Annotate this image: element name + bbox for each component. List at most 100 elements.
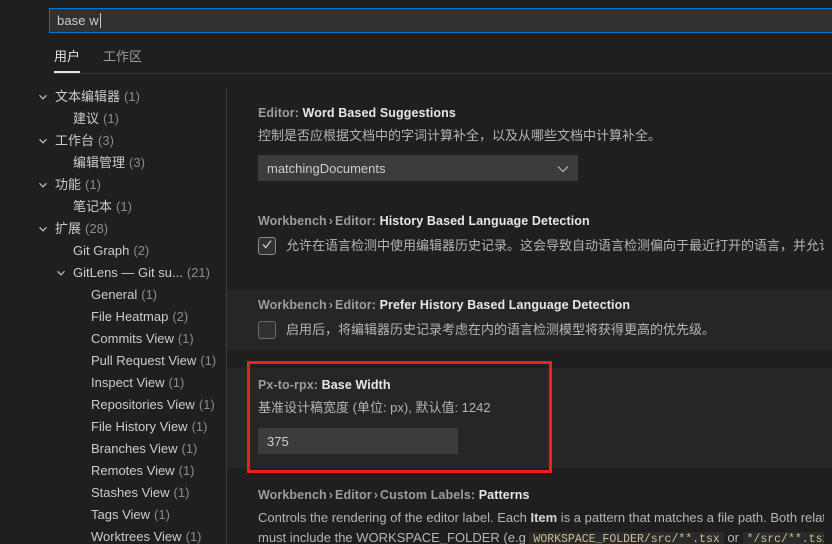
checkbox-line-prefer-history-based-language-detection: 启用后，将编辑器历史记录考虑在内的语言检测模型将获得更高的优先级。 xyxy=(258,320,824,340)
setting-row-custom-labels-patterns[interactable]: Workbench › Editor › Custom Labels: Patterns… xyxy=(227,486,832,544)
chevron-down-icon xyxy=(557,161,569,176)
sidebar-item-label: 工作台 xyxy=(55,133,95,148)
settings-list: Editor: Word Based Suggestions 控制是否应根据文档… xyxy=(227,86,832,544)
breadcrumb-separator-icon-2: › xyxy=(373,488,378,502)
sidebar-item-commits-view[interactable]: Commits View (1) xyxy=(0,328,226,350)
sidebar-item-label: 建议 xyxy=(73,111,100,126)
settings-editor-window: base w 用户 工作区 文本编辑器 (1) 建议 (1) 工作台 (3) 编辑管理 (3)… xyxy=(0,0,832,544)
chevron-down-icon[interactable] xyxy=(37,218,49,240)
setting-description-custom-labels-patterns-line2: must include the WORKSPACE_FOLDER (e.g W… xyxy=(258,528,824,544)
checkbox-line-history-based-language-detection: 允许在语言检测中使用编辑器历史记录。这会导致自动语言检测偏向于最近打开的语言，并… xyxy=(258,236,824,256)
desc-text-bold-item: Item xyxy=(530,510,558,525)
sidebar-item-file-history-view[interactable]: File History View (1) xyxy=(0,416,226,438)
settings-scope-tabs: 用户 工作区 xyxy=(0,44,832,74)
sidebar-item-file-heatmap[interactable]: File Heatmap (2) xyxy=(0,306,226,328)
setting-category-prefix: Px-to-rpx: xyxy=(258,378,322,392)
tab-workspace[interactable]: 工作区 xyxy=(103,44,142,73)
desc-text-a: Controls the rendering of the editor lab… xyxy=(258,510,531,525)
input-value: 375 xyxy=(267,433,289,449)
modified-setting-indicator xyxy=(247,376,249,468)
tab-user[interactable]: 用户 xyxy=(54,44,81,73)
chevron-down-icon[interactable] xyxy=(37,174,49,196)
sidebar-item-count: (2) xyxy=(172,309,189,324)
chevron-down-icon[interactable] xyxy=(37,86,49,108)
code-span-workspace-folder-pattern: WORKSPACE_FOLDER/src/**.tsx xyxy=(529,532,724,544)
tabs-divider xyxy=(54,73,832,74)
setting-category-prefix-a: Workbench xyxy=(258,214,327,228)
sidebar-item-[interactable]: 工作台 (3) xyxy=(0,130,226,152)
sidebar-item-count: (1) xyxy=(198,397,215,412)
sidebar-item-tags-view[interactable]: Tags View (1) xyxy=(0,504,226,526)
desc-text-b2: or xyxy=(723,530,743,544)
sidebar-item-count: (1) xyxy=(178,463,195,478)
sidebar-item-count: (3) xyxy=(129,155,145,170)
chevron-down-icon[interactable] xyxy=(37,130,49,152)
sidebar-item-label: GitLens — Git su... xyxy=(73,265,183,280)
sidebar-item-gitlens-git-su[interactable]: GitLens — Git su... (21) xyxy=(0,262,226,284)
sidebar-item-count: (1) xyxy=(85,177,101,192)
sidebar-item-[interactable]: 编辑管理 (3) xyxy=(0,152,226,174)
sidebar-item-branches-view[interactable]: Branches View (1) xyxy=(0,438,226,460)
setting-title-custom-labels-patterns: Workbench › Editor › Custom Labels: Patterns xyxy=(258,486,824,504)
sidebar-item-label: 文本编辑器 xyxy=(55,89,121,104)
sidebar-item-label: 功能 xyxy=(55,177,82,192)
sidebar-item-inspect-view[interactable]: Inspect View (1) xyxy=(0,372,226,394)
setting-name: Prefer History Based Language Detection xyxy=(379,298,631,312)
sidebar-item-[interactable]: 功能 (1) xyxy=(0,174,226,196)
check-icon xyxy=(262,240,272,249)
breadcrumb-separator-icon: › xyxy=(328,214,334,228)
sidebar-item-count: (1) xyxy=(116,199,132,214)
sidebar-item-label: 扩展 xyxy=(55,221,82,236)
setting-category-prefix-b: Editor: xyxy=(335,298,380,312)
setting-title-prefer-history-based-language-detection: Workbench › Editor: Prefer History Based L… xyxy=(258,296,824,314)
checkbox-history-based-language-detection[interactable] xyxy=(258,237,276,255)
sidebar-item-label: Git Graph xyxy=(73,243,130,258)
setting-name: Word Based Suggestions xyxy=(302,106,456,120)
sidebar-item-repositories-view[interactable]: Repositories View (1) xyxy=(0,394,226,416)
sidebar-item-count: (1) xyxy=(154,507,170,522)
dropdown-word-based-suggestions[interactable]: matchingDocuments xyxy=(258,155,578,181)
input-px-to-rpx-base-width[interactable]: 375 xyxy=(258,428,458,454)
settings-toc-tree[interactable]: 文本编辑器 (1) 建议 (1) 工作台 (3) 编辑管理 (3) 功能 (1) 笔记本 (1) 扩展(… xyxy=(0,86,226,544)
checkbox-prefer-history-based-language-detection[interactable] xyxy=(258,321,276,339)
sidebar-item-[interactable]: 笔记本 (1) xyxy=(0,196,226,218)
sidebar-item-worktrees-view[interactable]: Worktrees View (1) xyxy=(0,526,226,544)
sidebar-item-label: Tags View xyxy=(91,507,151,522)
setting-row-prefer-history-based-language-detection[interactable]: Workbench › Editor: Prefer History Based L… xyxy=(227,290,832,350)
desc-text-a2: must include the WORKSPACE_FOLDER (e.g xyxy=(258,530,530,544)
sidebar-item-count: (1) xyxy=(173,485,190,500)
text-caret xyxy=(99,13,101,28)
sidebar-item-count: (1) xyxy=(141,287,158,302)
sidebar-item-label: 编辑管理 xyxy=(73,155,126,170)
sidebar-item-remotes-view[interactable]: Remotes View (1) xyxy=(0,460,226,482)
sidebar-item-[interactable]: 扩展 (28) xyxy=(0,218,226,240)
sidebar-item-[interactable]: 建议 (1) xyxy=(0,108,226,130)
sidebar-item-count: (1) xyxy=(181,441,198,456)
sidebar-item-label: Inspect View xyxy=(91,375,165,390)
sidebar-item-count: (21) xyxy=(186,265,210,280)
setting-description-prefer-history-based-language-detection: 启用后，将编辑器历史记录考虑在内的语言检测模型将获得更高的优先级。 xyxy=(286,322,716,337)
setting-row-history-based-language-detection[interactable]: Workbench › Editor: History Based Language… xyxy=(227,212,832,256)
sidebar-item-label: File History View xyxy=(91,419,188,434)
settings-search-bar: base w xyxy=(0,0,832,38)
sidebar-item-count: (1) xyxy=(168,375,185,390)
sidebar-item-git-graph[interactable]: Git Graph (2) xyxy=(0,240,226,262)
chevron-down-icon[interactable] xyxy=(55,262,67,284)
sidebar-item-stashes-view[interactable]: Stashes View (1) xyxy=(0,482,226,504)
setting-title-history-based-language-detection: Workbench › Editor: History Based Language… xyxy=(258,212,824,230)
setting-category-prefix-b: Editor: xyxy=(335,214,380,228)
sidebar-item-pull-request-view[interactable]: Pull Request View (1) xyxy=(0,350,226,372)
sidebar-item-count: (1) xyxy=(191,419,208,434)
sidebar-item-count: (1) xyxy=(185,529,202,544)
setting-category-prefix-a: Workbench xyxy=(258,298,327,312)
sidebar-item-[interactable]: 文本编辑器 (1) xyxy=(0,86,226,108)
setting-category-prefix-c: Custom Labels: xyxy=(380,488,479,502)
setting-description-history-based-language-detection: 允许在语言检测中使用编辑器历史记录。这会导致自动语言检测偏向于最近打开的语言，并… xyxy=(286,238,824,253)
sidebar-item-label: 笔记本 xyxy=(73,199,113,214)
setting-title-px-to-rpx-base-width: Px-to-rpx: Base Width xyxy=(258,376,824,394)
setting-row-word-based-suggestions[interactable]: Editor: Word Based Suggestions 控制是否应根据文档… xyxy=(227,104,832,181)
search-input[interactable]: base w xyxy=(49,8,832,33)
sidebar-item-general[interactable]: General (1) xyxy=(0,284,226,306)
setting-row-px-to-rpx-base-width[interactable]: Px-to-rpx: Base Width 基准设计稿宽度 (单位: px), … xyxy=(227,368,832,468)
setting-title-word-based-suggestions: Editor: Word Based Suggestions xyxy=(258,104,824,122)
